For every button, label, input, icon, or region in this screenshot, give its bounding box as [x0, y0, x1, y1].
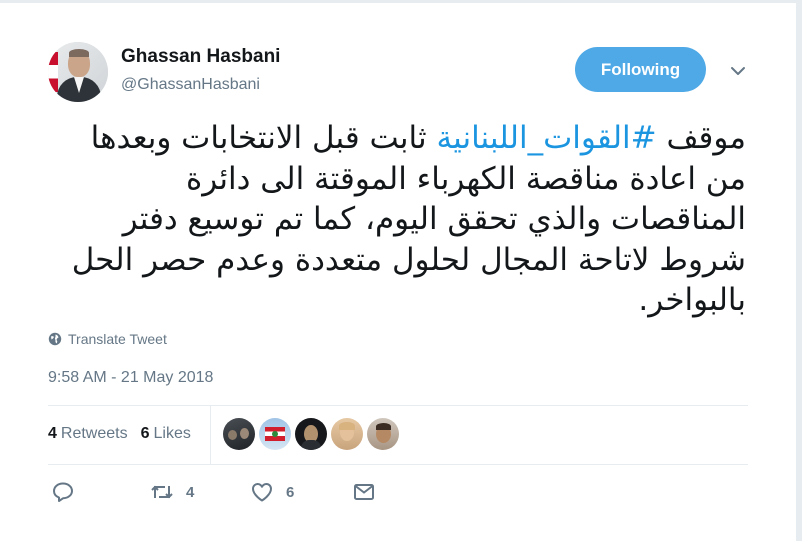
- author-display-name[interactable]: Ghassan Hasbani: [121, 46, 280, 68]
- following-button[interactable]: Following: [575, 47, 706, 92]
- top-border: [0, 0, 802, 3]
- like-button[interactable]: 6: [250, 480, 294, 504]
- tweet-stats: 4 Retweets 6 Likes: [48, 425, 191, 443]
- translate-tweet-link[interactable]: Translate Tweet: [48, 331, 167, 347]
- liker-avatar[interactable]: [331, 418, 363, 450]
- retweets-label: Retweets: [60, 425, 128, 442]
- globe-icon: [48, 332, 62, 346]
- stats-separator: [210, 405, 211, 464]
- divider-top: [48, 405, 748, 406]
- heart-icon: [252, 483, 272, 502]
- likes-count: 6: [140, 425, 150, 442]
- retweets-count: 4: [48, 425, 57, 442]
- author-handle[interactable]: @GhassanHasbani: [121, 76, 260, 94]
- envelope-icon: [354, 484, 374, 500]
- retweets-stat[interactable]: 4 Retweets: [48, 425, 128, 443]
- retweet-button[interactable]: 4: [150, 480, 194, 504]
- divider-bottom: [48, 464, 748, 465]
- reply-icon: [53, 482, 73, 502]
- retweet-count: 4: [186, 483, 195, 501]
- likes-stat[interactable]: 6 Likes: [141, 425, 191, 443]
- tweet-timestamp[interactable]: 9:58 AM - 21 May 2018: [48, 369, 213, 387]
- liker-avatar[interactable]: [259, 418, 291, 450]
- liker-avatar[interactable]: [295, 418, 327, 450]
- liker-avatar[interactable]: [223, 418, 255, 450]
- likes-label: Likes: [153, 425, 191, 442]
- author-avatar[interactable]: [48, 42, 108, 102]
- right-scroll-edge: [796, 0, 802, 541]
- liker-avatar[interactable]: [367, 418, 399, 450]
- tweet-text: موقف #القوات_اللبنانية ثابت قبل الانتخاب…: [48, 118, 746, 321]
- likers-avatars: [223, 418, 399, 450]
- hashtag-link[interactable]: #القوات_اللبنانية: [437, 120, 657, 156]
- translate-tweet-label: Translate Tweet: [68, 331, 167, 347]
- reply-button[interactable]: [51, 480, 75, 504]
- direct-message-button[interactable]: [352, 480, 376, 504]
- tweet-text-before: موقف: [656, 120, 746, 156]
- retweet-icon: [151, 485, 173, 499]
- chevron-down-icon[interactable]: [727, 60, 749, 82]
- like-count: 6: [286, 483, 295, 501]
